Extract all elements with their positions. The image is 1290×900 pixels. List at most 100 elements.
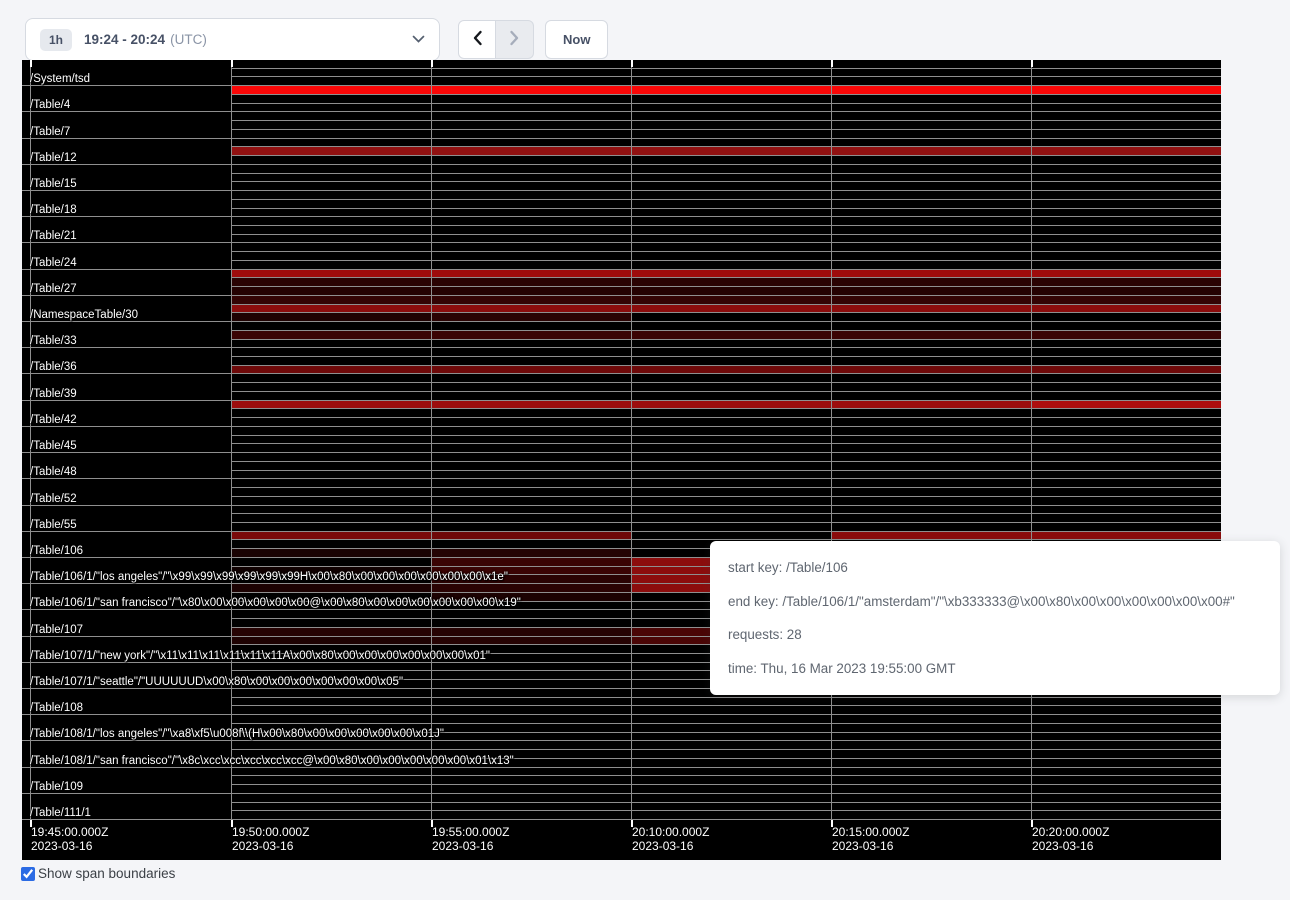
heatmap-cell[interactable] xyxy=(431,243,631,252)
heatmap-cell[interactable] xyxy=(831,322,1031,331)
heatmap-cell[interactable] xyxy=(231,514,431,523)
heatmap-cell[interactable] xyxy=(631,331,831,340)
time-range-select[interactable]: 1h 19:24 - 20:24 (UTC) xyxy=(25,18,440,61)
heatmap-cell[interactable] xyxy=(1031,200,1221,209)
heatmap-cell[interactable] xyxy=(831,112,1031,121)
heatmap-cell[interactable] xyxy=(631,340,831,349)
heatmap-cell[interactable] xyxy=(231,112,431,121)
heatmap-cell[interactable] xyxy=(431,217,631,226)
heatmap-cell[interactable] xyxy=(231,689,431,698)
heatmap-cell[interactable] xyxy=(1031,305,1221,314)
heatmap-cell[interactable] xyxy=(631,724,831,733)
heatmap-cell[interactable] xyxy=(1031,418,1221,427)
heatmap-cell[interactable] xyxy=(231,366,431,375)
heatmap-cell[interactable] xyxy=(431,549,631,558)
heatmap-cell[interactable] xyxy=(431,104,631,113)
heatmap-cell[interactable] xyxy=(631,479,831,488)
heatmap-cell[interactable] xyxy=(431,226,631,235)
heatmap-cell[interactable] xyxy=(431,60,631,69)
heatmap-cell[interactable] xyxy=(631,182,831,191)
heatmap-cell[interactable] xyxy=(831,418,1031,427)
heatmap-cell[interactable] xyxy=(1031,182,1221,191)
heatmap-cell[interactable] xyxy=(231,811,431,820)
heatmap-cell[interactable] xyxy=(231,209,431,218)
heatmap-cell[interactable] xyxy=(431,532,631,541)
heatmap-cell[interactable] xyxy=(1031,209,1221,218)
heatmap-cell[interactable] xyxy=(1031,77,1221,86)
heatmap-cell[interactable] xyxy=(1031,427,1221,436)
heatmap-cell[interactable] xyxy=(831,733,1031,742)
heatmap-cell[interactable] xyxy=(831,121,1031,130)
heatmap-cell[interactable] xyxy=(831,174,1031,183)
heatmap-cell[interactable] xyxy=(1031,706,1221,715)
heatmap-cell[interactable] xyxy=(1031,191,1221,200)
heatmap-cell[interactable] xyxy=(431,86,631,95)
heatmap-cell[interactable] xyxy=(431,523,631,532)
heatmap-cell[interactable] xyxy=(631,209,831,218)
heatmap-cell[interactable] xyxy=(231,540,431,549)
heatmap-cell[interactable] xyxy=(231,331,431,340)
heatmap-cell[interactable] xyxy=(831,340,1031,349)
heatmap-cell[interactable] xyxy=(231,305,431,314)
heatmap-cell[interactable] xyxy=(231,558,431,567)
heatmap-cell[interactable] xyxy=(1031,313,1221,322)
heatmap-cell[interactable] xyxy=(631,357,831,366)
heatmap-cell[interactable] xyxy=(231,243,431,252)
heatmap-cell[interactable] xyxy=(1031,130,1221,139)
heatmap-cell[interactable] xyxy=(231,182,431,191)
heatmap-cell[interactable] xyxy=(1031,147,1221,156)
heatmap-cell[interactable] xyxy=(831,287,1031,296)
heatmap-cell[interactable] xyxy=(831,409,1031,418)
heatmap-cell[interactable] xyxy=(631,706,831,715)
heatmap-cell[interactable] xyxy=(831,104,1031,113)
heatmap-cell[interactable] xyxy=(231,270,431,279)
heatmap-cell[interactable] xyxy=(431,768,631,777)
heatmap-cell[interactable] xyxy=(831,147,1031,156)
heatmap-cell[interactable] xyxy=(831,226,1031,235)
heatmap-cell[interactable] xyxy=(831,209,1031,218)
heatmap-cell[interactable] xyxy=(831,523,1031,532)
heatmap-cell[interactable] xyxy=(831,69,1031,78)
heatmap-cell[interactable] xyxy=(1031,724,1221,733)
heatmap-cell[interactable] xyxy=(231,86,431,95)
heatmap-cell[interactable] xyxy=(1031,374,1221,383)
heatmap-cell[interactable] xyxy=(631,112,831,121)
heatmap-cell[interactable] xyxy=(431,584,631,593)
heatmap-cell[interactable] xyxy=(1031,741,1221,750)
heatmap-cell[interactable] xyxy=(631,453,831,462)
heatmap-cell[interactable] xyxy=(431,165,631,174)
heatmap-cell[interactable] xyxy=(831,60,1031,69)
heatmap-cell[interactable] xyxy=(831,427,1031,436)
heatmap-cell[interactable] xyxy=(631,226,831,235)
prev-range-button[interactable] xyxy=(458,20,496,59)
heatmap-cell[interactable] xyxy=(431,706,631,715)
heatmap-cell[interactable] xyxy=(1031,112,1221,121)
heatmap-cell[interactable] xyxy=(831,532,1031,541)
heatmap-cell[interactable] xyxy=(631,741,831,750)
next-range-button[interactable] xyxy=(496,20,534,59)
heatmap-cell[interactable] xyxy=(631,121,831,130)
heatmap-cell[interactable] xyxy=(431,374,631,383)
heatmap-cell[interactable] xyxy=(231,785,431,794)
heatmap-cell[interactable] xyxy=(431,366,631,375)
heatmap-cell[interactable] xyxy=(631,261,831,270)
heatmap-cell[interactable] xyxy=(1031,488,1221,497)
heatmap-cell[interactable] xyxy=(231,60,431,69)
heatmap-cell[interactable] xyxy=(631,235,831,244)
heatmap-cell[interactable] xyxy=(231,741,431,750)
heatmap-cell[interactable] xyxy=(431,741,631,750)
heatmap-cell[interactable] xyxy=(631,733,831,742)
heatmap-cell[interactable] xyxy=(231,252,431,261)
heatmap-cell[interactable] xyxy=(631,374,831,383)
heatmap-cell[interactable] xyxy=(231,768,431,777)
heatmap-cell[interactable] xyxy=(831,768,1031,777)
heatmap-cell[interactable] xyxy=(231,200,431,209)
heatmap-cell[interactable] xyxy=(431,383,631,392)
heatmap-cell[interactable] xyxy=(1031,811,1221,820)
heatmap-cell[interactable] xyxy=(631,785,831,794)
heatmap-cell[interactable] xyxy=(431,182,631,191)
heatmap-cell[interactable] xyxy=(831,785,1031,794)
heatmap-cell[interactable] xyxy=(631,532,831,541)
heatmap-cell[interactable] xyxy=(231,165,431,174)
heatmap-cell[interactable] xyxy=(631,715,831,724)
